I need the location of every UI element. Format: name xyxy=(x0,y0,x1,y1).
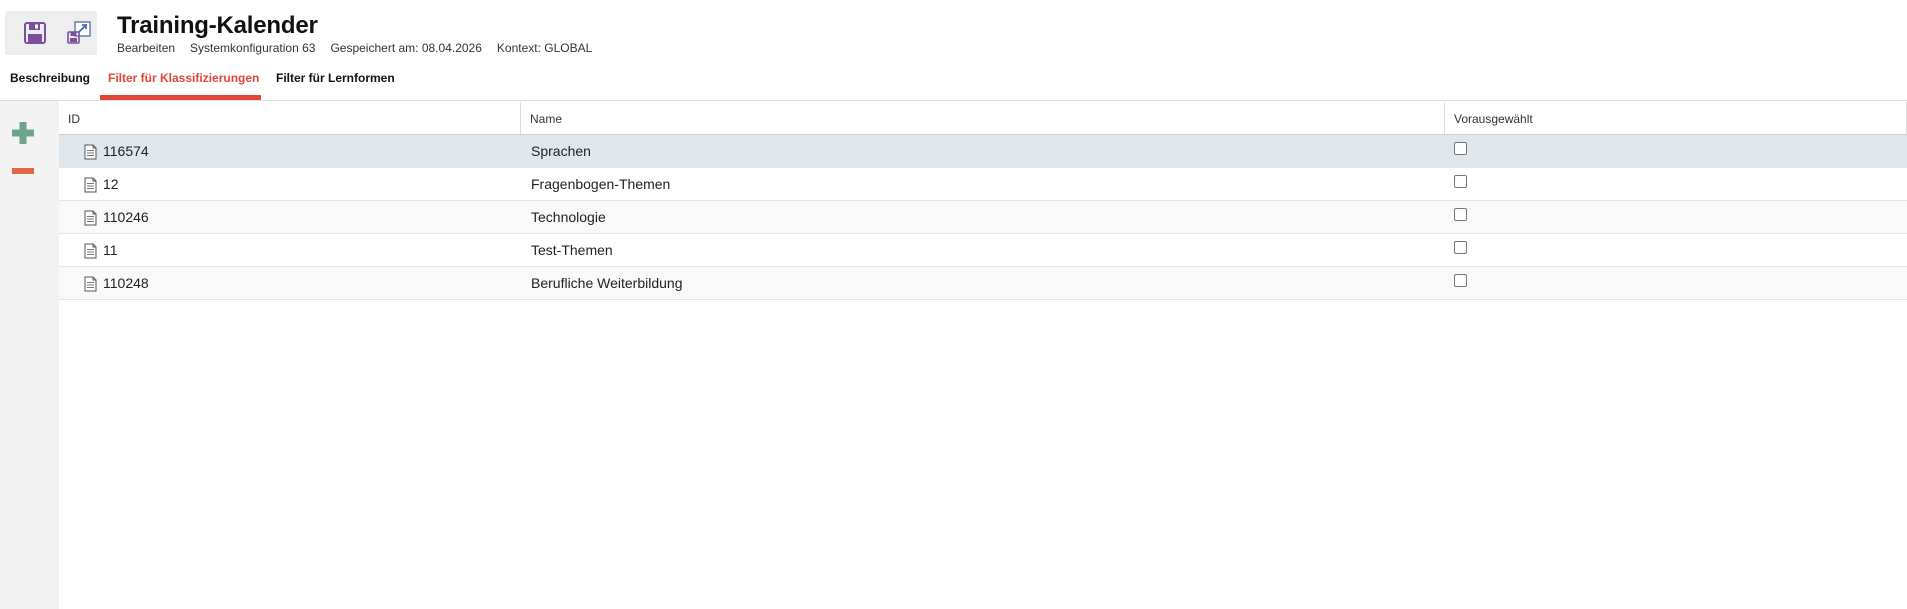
tab-filter-lernformen[interactable]: Filter für Lernformen xyxy=(276,62,395,101)
table-body: 116574 Sprachen 12 Fragenbogen-Themen 110246… xyxy=(59,135,1907,300)
preselected-checkbox[interactable] xyxy=(1454,274,1467,287)
cell-preselected xyxy=(1445,234,1907,266)
preselected-checkbox[interactable] xyxy=(1454,142,1467,155)
table-row[interactable]: 11 Test-Themen xyxy=(59,234,1907,267)
cell-preselected xyxy=(1445,267,1907,299)
row-id: 12 xyxy=(103,176,119,192)
document-icon xyxy=(84,177,97,193)
toolbar xyxy=(5,11,97,55)
config-label: Systemkonfiguration 63 xyxy=(190,41,316,55)
save-button[interactable] xyxy=(21,19,49,47)
remove-button[interactable] xyxy=(11,159,35,183)
mode-label: Bearbeiten xyxy=(117,41,176,55)
left-action-rail xyxy=(0,101,59,609)
meta-info: Bearbeiten Systemkonfiguration 63 Gespei… xyxy=(117,41,607,55)
active-tab-indicator xyxy=(100,95,261,100)
document-icon xyxy=(84,276,97,292)
cell-id: 110246 xyxy=(59,201,521,233)
cell-id: 116574 xyxy=(59,135,521,167)
row-id: 11 xyxy=(103,242,118,258)
preselected-checkbox[interactable] xyxy=(1454,208,1467,221)
document-icon xyxy=(84,243,97,259)
cell-id: 11 xyxy=(59,234,521,266)
context-label: Kontext: GLOBAL xyxy=(496,41,593,55)
cell-name: Technologie xyxy=(531,209,606,225)
plus-icon xyxy=(12,122,34,144)
add-button[interactable] xyxy=(11,121,35,145)
save-export-icon xyxy=(67,21,91,44)
page-title: Training-Kalender xyxy=(117,12,318,39)
table-row[interactable]: 110248 Berufliche Weiterbildung xyxy=(59,267,1907,300)
row-id: 116574 xyxy=(103,143,149,159)
row-id: 110248 xyxy=(103,275,149,291)
tab-beschreibung[interactable]: Beschreibung xyxy=(10,62,90,101)
cell-name: Berufliche Weiterbildung xyxy=(531,275,683,291)
cell-preselected xyxy=(1445,201,1907,233)
table-row[interactable]: 110246 Technologie xyxy=(59,201,1907,234)
column-header-name[interactable]: Name xyxy=(521,102,1445,134)
minus-icon xyxy=(12,168,34,174)
floppy-disk-icon xyxy=(24,22,46,44)
table-row[interactable]: 12 Fragenbogen-Themen xyxy=(59,168,1907,201)
preselected-checkbox[interactable] xyxy=(1454,175,1467,188)
column-header-id[interactable]: ID xyxy=(59,102,521,134)
cell-name: Fragenbogen-Themen xyxy=(531,176,671,192)
preselected-checkbox[interactable] xyxy=(1454,241,1467,254)
row-id: 110246 xyxy=(103,209,149,225)
save-as-button[interactable] xyxy=(65,19,93,47)
cell-name: Test-Themen xyxy=(531,242,613,258)
cell-id: 12 xyxy=(59,168,521,200)
cell-id: 110248 xyxy=(59,267,521,299)
saved-date: Gespeichert am: 08.04.2026 xyxy=(330,41,482,55)
cell-preselected xyxy=(1445,168,1907,200)
document-icon xyxy=(84,144,97,160)
cell-name: Sprachen xyxy=(531,143,591,159)
classification-filter-table: ID Name Vorausgewählt 116574 Sprachen 12 Fr… xyxy=(59,102,1907,300)
document-icon xyxy=(84,210,97,226)
table-row[interactable]: 116574 Sprachen xyxy=(59,135,1907,168)
cell-preselected xyxy=(1445,135,1907,167)
column-header-preselected[interactable]: Vorausgewählt xyxy=(1445,102,1907,134)
table-header: ID Name Vorausgewählt xyxy=(59,102,1907,135)
tab-bar: Beschreibung Filter für Klassifizierunge… xyxy=(0,62,1907,101)
